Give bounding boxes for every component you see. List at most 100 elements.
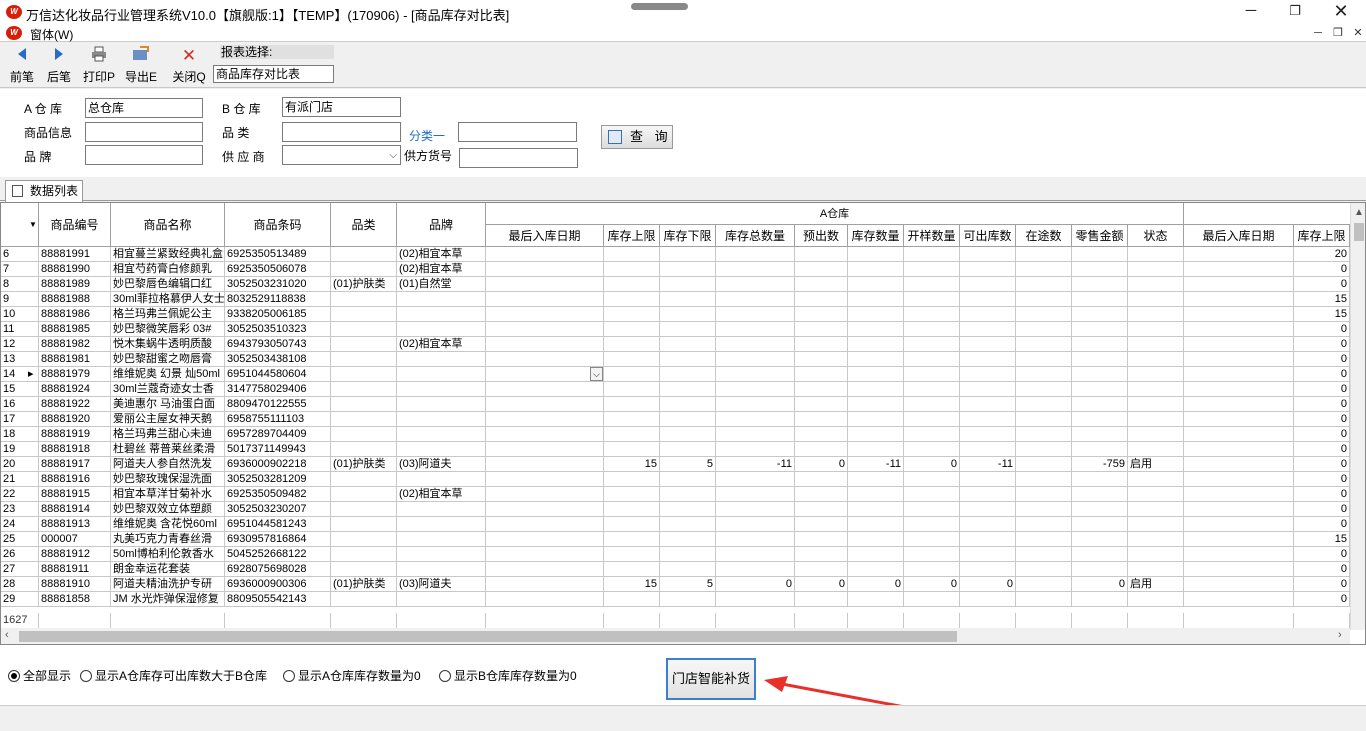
cell-name[interactable]: 30ml兰蔻奇迹女士香 xyxy=(111,382,225,397)
cell-a-3[interactable] xyxy=(716,322,795,337)
cell-a-3[interactable] xyxy=(716,592,795,607)
cell-a-1[interactable] xyxy=(604,397,660,412)
cell-brand[interactable] xyxy=(397,412,486,427)
next-button[interactable]: 后笔 xyxy=(40,46,78,86)
cell-a-4[interactable] xyxy=(795,292,848,307)
cell-a-3[interactable] xyxy=(716,397,795,412)
cell-category[interactable] xyxy=(331,247,397,262)
cell-a-4[interactable] xyxy=(795,352,848,367)
cell-b-1[interactable]: 0 xyxy=(1294,277,1350,292)
cell-brand[interactable] xyxy=(397,547,486,562)
supplier-code-input[interactable] xyxy=(459,148,578,168)
cell-b-1[interactable]: 0 xyxy=(1294,502,1350,517)
cell-a-1[interactable]: 15 xyxy=(604,457,660,472)
cell-a-8[interactable] xyxy=(1016,322,1072,337)
cell-code[interactable]: 88881924 xyxy=(39,382,111,397)
cell-a-0[interactable] xyxy=(486,562,604,577)
cell-a-1[interactable] xyxy=(604,547,660,562)
cell-code[interactable]: 88881979 xyxy=(39,367,111,382)
cell-a-7[interactable] xyxy=(960,307,1016,322)
cell-a-0[interactable] xyxy=(486,427,604,442)
cell-barcode[interactable]: 6925350509482 xyxy=(225,487,331,502)
cell-name[interactable]: 相宜蔓兰紧致经典礼盒 xyxy=(111,247,225,262)
cell-a-8[interactable] xyxy=(1016,547,1072,562)
cell-a-4[interactable] xyxy=(795,397,848,412)
cell-a-5[interactable] xyxy=(848,547,904,562)
query-button[interactable]: 查 询 xyxy=(601,125,673,149)
cell-brand[interactable] xyxy=(397,502,486,517)
cell-b-0[interactable] xyxy=(1184,502,1294,517)
cell-a-4[interactable]: 0 xyxy=(795,457,848,472)
cell-barcode[interactable]: 6925350513489 xyxy=(225,247,331,262)
cell-a-2[interactable] xyxy=(660,382,716,397)
cell-a-5[interactable] xyxy=(848,427,904,442)
cell-code[interactable]: 88881989 xyxy=(39,277,111,292)
cell-a-8[interactable] xyxy=(1016,592,1072,607)
cell-a-6[interactable] xyxy=(904,292,960,307)
cell-a-10[interactable] xyxy=(1128,367,1184,382)
cell-brand[interactable] xyxy=(397,592,486,607)
cell-b-1[interactable]: 20 xyxy=(1294,247,1350,262)
cell-b-0[interactable] xyxy=(1184,367,1294,382)
cell-a-4[interactable] xyxy=(795,412,848,427)
cell-a-4[interactable] xyxy=(795,337,848,352)
cell-a-4[interactable] xyxy=(795,322,848,337)
cell-a-7[interactable] xyxy=(960,427,1016,442)
cell-name[interactable]: 相宜本草洋甘菊补水 xyxy=(111,487,225,502)
cell-b-0[interactable] xyxy=(1184,292,1294,307)
cell-a-6[interactable] xyxy=(904,592,960,607)
cell-dropdown-icon[interactable]: ⌵ xyxy=(590,367,603,381)
cell-category[interactable] xyxy=(331,352,397,367)
cell-b-0[interactable] xyxy=(1184,427,1294,442)
cell-barcode[interactable]: 3052503231020 xyxy=(225,277,331,292)
cell-a-1[interactable] xyxy=(604,517,660,532)
cell-b-1[interactable]: 0 xyxy=(1294,367,1350,382)
cell-a-9[interactable] xyxy=(1072,397,1128,412)
cell-a-3[interactable] xyxy=(716,472,795,487)
cell-name[interactable]: 爱丽公主屋女神天鹅 xyxy=(111,412,225,427)
cell-a-1[interactable] xyxy=(604,337,660,352)
cell-category[interactable] xyxy=(331,472,397,487)
cell-a-3[interactable] xyxy=(716,277,795,292)
cell-code[interactable]: 88881910 xyxy=(39,577,111,592)
cell-brand[interactable] xyxy=(397,307,486,322)
cell-category[interactable] xyxy=(331,502,397,517)
cell-a-9[interactable] xyxy=(1072,277,1128,292)
cell-b-1[interactable]: 0 xyxy=(1294,547,1350,562)
cell-a-6[interactable] xyxy=(904,487,960,502)
cell-a-6[interactable] xyxy=(904,547,960,562)
cell-a-1[interactable] xyxy=(604,277,660,292)
cell-code[interactable]: 88881920 xyxy=(39,412,111,427)
cell-a-4[interactable] xyxy=(795,517,848,532)
cell-a-6[interactable] xyxy=(904,307,960,322)
maximize-icon[interactable]: ❐ xyxy=(1272,0,1318,24)
cell-b-0[interactable] xyxy=(1184,382,1294,397)
cell-a-7[interactable] xyxy=(960,487,1016,502)
cell-category[interactable] xyxy=(331,592,397,607)
cell-a-1[interactable] xyxy=(604,412,660,427)
cell-a-5[interactable] xyxy=(848,472,904,487)
cell-a-1[interactable] xyxy=(604,472,660,487)
product-info-input[interactable] xyxy=(85,122,203,142)
cell-b-1[interactable]: 0 xyxy=(1294,322,1350,337)
cell-a-10[interactable] xyxy=(1128,292,1184,307)
cell-b-1[interactable]: 0 xyxy=(1294,442,1350,457)
cell-a-3[interactable] xyxy=(716,517,795,532)
cell-code[interactable]: 88881988 xyxy=(39,292,111,307)
cell-a-8[interactable] xyxy=(1016,412,1072,427)
cell-a-6[interactable] xyxy=(904,562,960,577)
cell-a-10[interactable] xyxy=(1128,307,1184,322)
data-grid[interactable]: ▼ 商品编号 商品名称 商品条码 品类 品牌 A仓库 最后入库日期 库存上限 库存下限 库存总数量预… xyxy=(0,202,1366,645)
cell-brand[interactable] xyxy=(397,367,486,382)
cell-a-5[interactable] xyxy=(848,307,904,322)
cell-a-2[interactable] xyxy=(660,412,716,427)
prev-button[interactable]: 前笔 xyxy=(3,46,41,86)
cell-a-0[interactable] xyxy=(486,517,604,532)
cell-barcode[interactable]: 6957289704409 xyxy=(225,427,331,442)
cell-name[interactable]: 相宜芍药膏白修颜乳 xyxy=(111,262,225,277)
cell-a-10[interactable] xyxy=(1128,592,1184,607)
cell-category[interactable] xyxy=(331,397,397,412)
cell-category[interactable] xyxy=(331,442,397,457)
cell-barcode[interactable]: 3052503230207 xyxy=(225,502,331,517)
cell-a-2[interactable] xyxy=(660,337,716,352)
